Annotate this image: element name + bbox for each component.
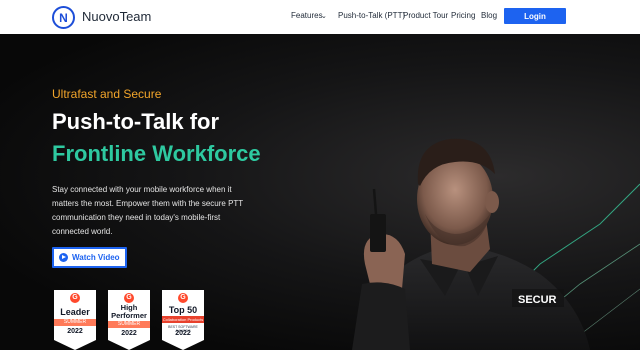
vest-patch-text: SECUR [518,294,557,306]
hero-title-line2: Frontline Workforce [52,141,261,166]
hero-eyebrow: Ultrafast and Secure [52,87,162,101]
nav-pricing[interactable]: Pricing [451,11,475,20]
hero-title-line1: Push-to-Talk for [52,109,220,134]
hero-description: Stay connected with your mobile workforc… [52,185,244,236]
nuovoteam-logo-icon[interactable]: N [52,6,75,29]
hero-section: SECUR Ultrafast and Secure Push-to-Talk … [0,34,640,350]
login-button[interactable]: Login [504,8,566,24]
g2-badge-top-50: G Top 50 Collaboration Products BEST SOF… [162,290,204,350]
nav-blog[interactable]: Blog [481,11,497,20]
nav-push-to-talk[interactable]: Push-to-Talk (PTT) [338,11,405,20]
watch-video-button[interactable]: Watch Video [52,247,127,268]
g2-logo-icon: G [124,293,134,303]
nav-features[interactable]: Features [291,11,323,20]
top-navbar: N NuovoTeam Features ⌄ Push-to-Talk (PTT… [0,0,640,34]
chevron-down-icon[interactable]: ⌄ [321,12,327,20]
brand-name[interactable]: NuovoTeam [82,9,151,24]
g2-badge-leader: G Leader SUMMER 2022 [54,290,96,350]
g2-badge-high-performer: G High Performer SUMMER 2022 [108,290,150,350]
play-icon [59,253,68,262]
nav-product-tour[interactable]: Product Tour [403,11,448,20]
watch-video-label: Watch Video [72,253,120,262]
g2-logo-icon: G [178,293,188,303]
g2-logo-icon: G [70,293,80,303]
